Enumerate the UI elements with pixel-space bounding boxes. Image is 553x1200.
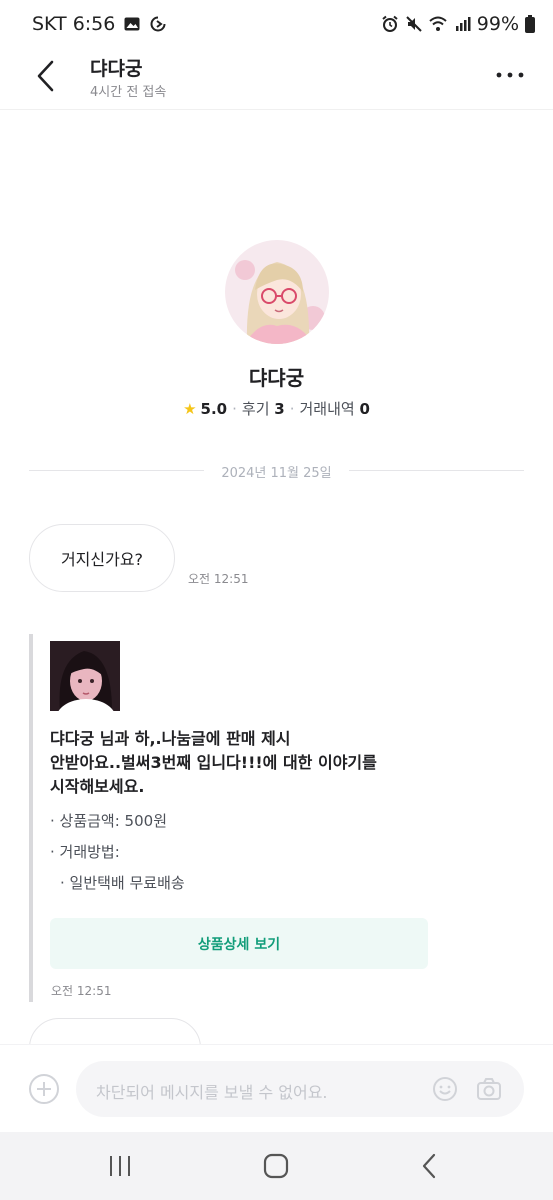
separator-dot: ·: [289, 400, 295, 418]
battery-percent: 99%: [476, 13, 519, 35]
profile-avatar[interactable]: [225, 240, 329, 344]
system-nav-bar: [0, 1132, 553, 1200]
back-icon[interactable]: [416, 1152, 444, 1180]
product-detail-button[interactable]: 상품상세 보기: [50, 918, 428, 969]
more-icon[interactable]: [495, 60, 525, 90]
star-icon: ★: [183, 400, 197, 418]
status-bar: SKT 6:56 99%: [0, 0, 553, 48]
header-last-seen: 4시간 전 접속: [90, 85, 167, 100]
profile-stats: ★ 5.0 · 후기 3 · 거래내역 0: [0, 398, 553, 419]
message-time: 오전 12:51: [188, 572, 249, 586]
product-intro: 댜댜궁 님과 하,.나눔글에 판매 제시 안받아요..벌써3번째 입니다!!!에…: [50, 727, 420, 799]
message-text: 거지신가요?: [60, 550, 144, 569]
alarm-icon: [382, 15, 398, 32]
message-input-bar: 차단되어 메시지를 보낼 수 없어요.: [0, 1044, 553, 1132]
message-input-placeholder: 차단되어 메시지를 보낼 수 없어요.: [96, 1083, 328, 1102]
recent-apps-icon[interactable]: [106, 1152, 134, 1180]
trades-count: 0: [359, 400, 370, 418]
profile-name: 댜댜궁: [248, 366, 305, 390]
reviews-label: 후기: [241, 400, 270, 418]
reviews-count: 3: [274, 400, 285, 418]
mute-icon: [406, 16, 422, 32]
message-bubble: 거지신가요?: [29, 524, 175, 592]
date-divider: 2024년 11월 25일: [221, 466, 332, 481]
signal-icon: [455, 17, 471, 31]
rating-value: 5.0: [200, 400, 228, 418]
emoji-icon[interactable]: [432, 1076, 458, 1102]
carrier-time: SKT 6:56: [32, 13, 116, 35]
separator-dot: ·: [232, 400, 237, 418]
product-card-time: 오전 12:51: [51, 984, 112, 998]
product-thumbnail[interactable]: [50, 641, 120, 711]
product-card: 댜댜궁 님과 하,.나눔글에 판매 제시 안받아요..벌써3번째 입니다!!!에…: [29, 634, 429, 1002]
trade-method-value: · 일반택배 무료배송: [60, 874, 185, 892]
product-intro-line: 안받아요..벌써3번째 입니다!!!에 대한 이야기를: [50, 753, 377, 772]
sync-icon: [150, 16, 166, 32]
image-icon: [124, 17, 140, 31]
product-intro-line: 시작해보세요.: [50, 777, 145, 796]
product-intro-line: 댜댜궁 님과 하,.나눔글에 판매 제시: [50, 729, 291, 748]
camera-icon[interactable]: [476, 1076, 502, 1102]
battery-icon: [525, 15, 535, 33]
trades-label: 거래내역: [299, 400, 355, 418]
status-right: 99%: [381, 13, 535, 35]
plus-icon[interactable]: [28, 1073, 60, 1105]
trade-method-label: · 거래방법:: [50, 843, 120, 861]
back-arrow-icon[interactable]: [28, 58, 64, 94]
wifi-icon: [429, 16, 447, 31]
chat-header: 댜댜궁 4시간 전 접속: [0, 48, 553, 110]
product-price: · 상품금액: 500원: [50, 812, 167, 830]
message-input[interactable]: 차단되어 메시지를 보낼 수 없어요.: [76, 1061, 524, 1117]
status-left: SKT 6:56: [32, 13, 167, 35]
home-icon[interactable]: [262, 1152, 290, 1180]
header-title: 댜댜궁: [90, 58, 143, 80]
